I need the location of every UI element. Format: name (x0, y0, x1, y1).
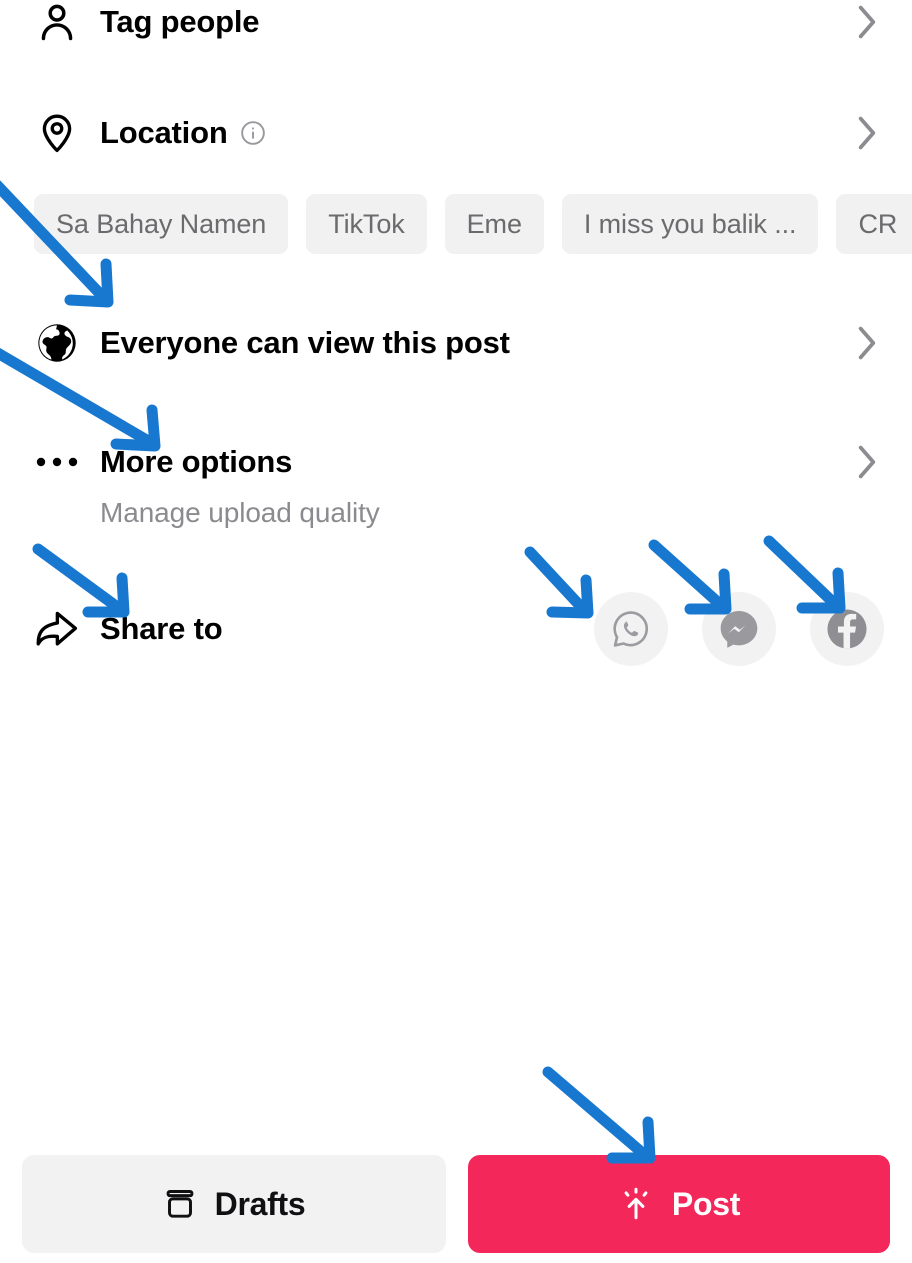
person-icon (34, 0, 80, 45)
chevron-right-icon[interactable] (852, 116, 882, 150)
post-options-screen: Tag people Location Sa Bahay Namen TikTo… (0, 0, 912, 1263)
row-location[interactable]: Location (0, 105, 912, 161)
share-target-messenger[interactable] (702, 592, 776, 666)
share-target-facebook[interactable] (810, 592, 884, 666)
globe-icon (34, 320, 80, 366)
location-chip[interactable]: TikTok (306, 194, 427, 254)
row-label: Everyone can view this post (100, 325, 510, 360)
row-label: More options (100, 444, 293, 479)
upload-arrow-icon (618, 1186, 654, 1222)
row-more-options[interactable]: More options (0, 434, 912, 490)
chevron-right-icon[interactable] (852, 326, 882, 360)
bottom-action-bar: Drafts Post (0, 1152, 912, 1256)
ellipsis-icon (34, 439, 80, 485)
post-button[interactable]: Post (468, 1155, 890, 1253)
chevron-right-icon[interactable] (852, 445, 882, 479)
post-label: Post (671, 1185, 741, 1222)
annotation-arrow-post (542, 1066, 652, 1162)
share-target-whatsapp[interactable] (594, 592, 668, 666)
row-privacy[interactable]: Everyone can view this post (0, 315, 912, 371)
chevron-right-icon[interactable] (852, 5, 882, 39)
share-target-list (594, 592, 884, 666)
messenger-icon (720, 611, 758, 648)
location-chip[interactable]: I miss you balik ... (561, 194, 819, 254)
location-chip[interactable]: CR (836, 194, 912, 254)
row-tag-people[interactable]: Tag people (0, 0, 912, 52)
row-label: Location (100, 115, 228, 150)
location-pin-icon (34, 110, 80, 156)
drafts-button[interactable]: Drafts (22, 1155, 446, 1253)
location-chip[interactable]: Sa Bahay Namen (34, 194, 289, 254)
location-suggestion-chips[interactable]: Sa Bahay Namen TikTok Eme I miss you bal… (34, 194, 912, 254)
drafts-label: Drafts (214, 1185, 306, 1222)
row-label: Share to (100, 611, 223, 646)
more-options-sublabel: Manage upload quality (100, 497, 380, 528)
whatsapp-icon (613, 611, 649, 647)
info-circle-icon[interactable] (240, 120, 266, 146)
share-arrow-icon (34, 606, 80, 652)
location-chip[interactable]: Eme (444, 194, 544, 254)
row-label: Tag people (100, 4, 260, 39)
facebook-icon (827, 609, 867, 649)
drafts-box-icon (163, 1187, 197, 1221)
